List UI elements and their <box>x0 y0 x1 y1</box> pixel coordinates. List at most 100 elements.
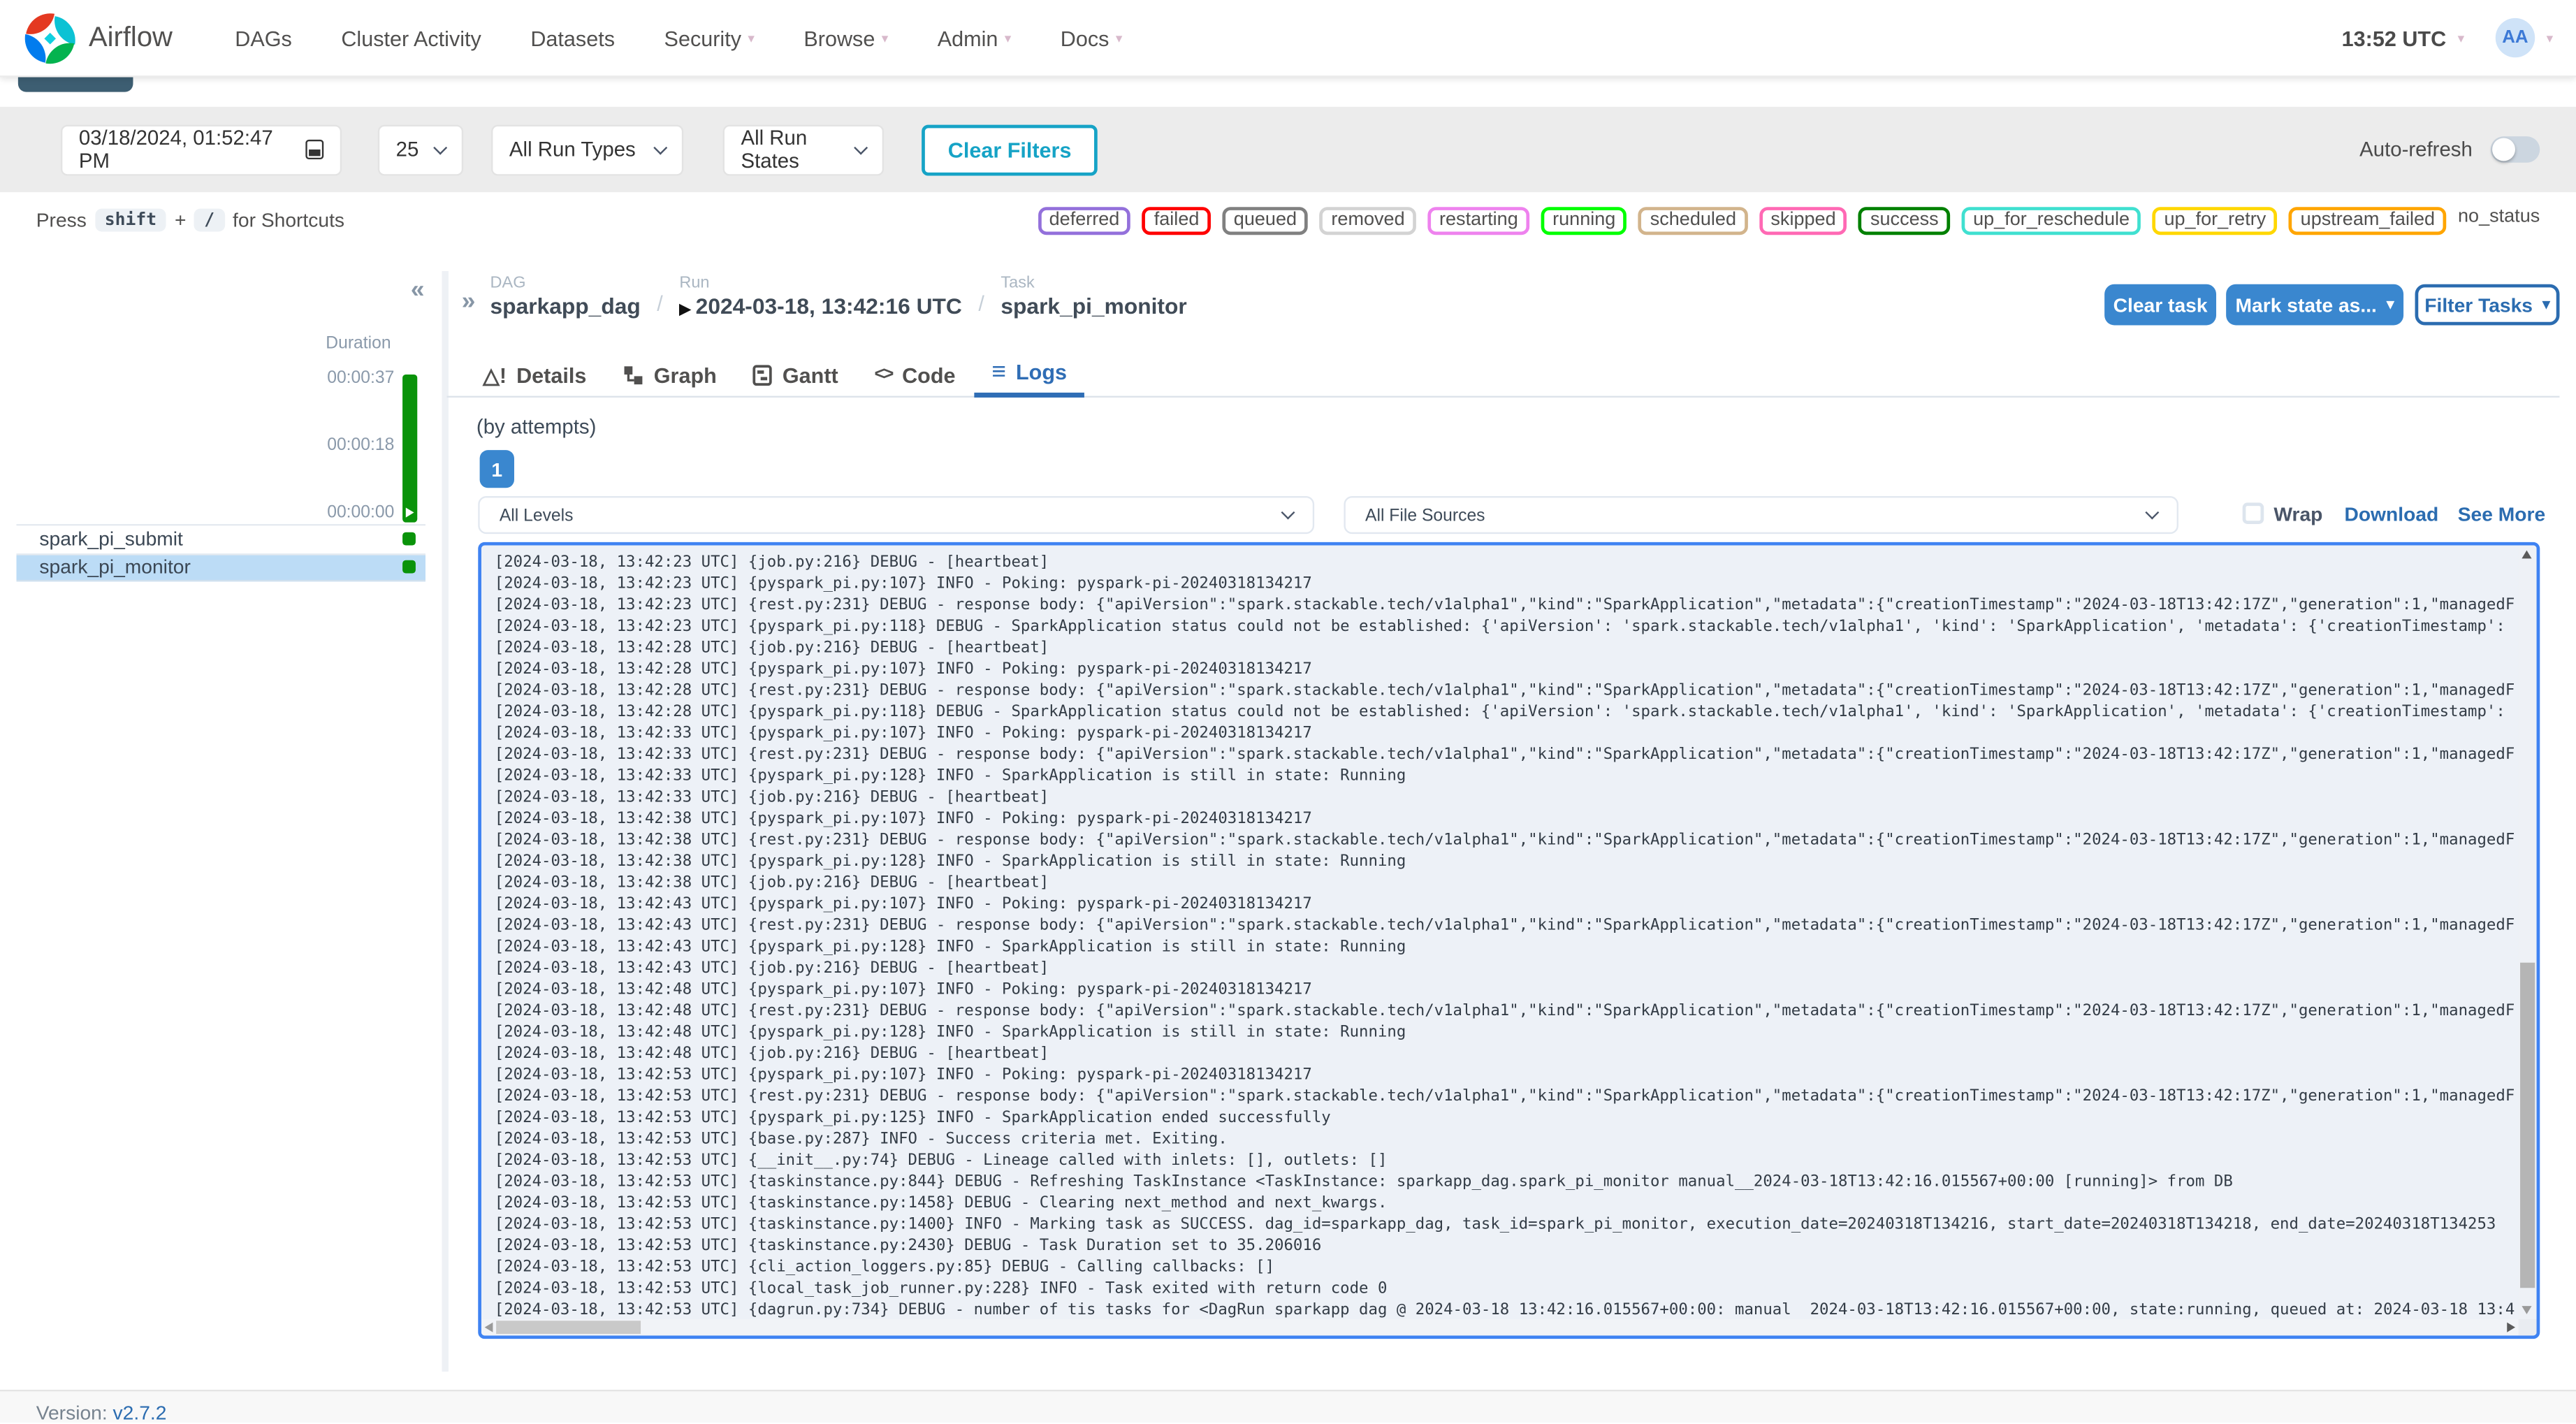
breadcrumb: » DAG sparkapp_dag / Run ▶ 2024-03-18, 13… <box>461 274 1187 319</box>
log-line: [2024-03-18, 13:42:53 UTC] {base.py:287}… <box>494 1130 1228 1149</box>
run-types-select[interactable]: All Run Types <box>491 124 684 175</box>
task-name: spark_pi_monitor <box>39 555 191 579</box>
nav-menu-item[interactable]: Admin ▾ <box>938 25 1012 50</box>
tab-logs[interactable]: ≡ Logs <box>973 351 1085 398</box>
top-navbar: Airflow DAGs ▾ Cluster Activity ▾ Datase… <box>0 0 2576 78</box>
collapse-panel-icon[interactable]: « <box>411 276 425 304</box>
status-badge: restarting <box>1427 207 1530 235</box>
chevron-down-icon: ▾ <box>748 30 755 45</box>
scroll-left-icon[interactable] <box>484 1322 493 1332</box>
horizontal-scrollbar[interactable] <box>481 1318 2519 1336</box>
log-line: [2024-03-18, 13:42:53 UTC] {local_task_j… <box>494 1279 1388 1298</box>
task-status-square[interactable] <box>402 560 416 574</box>
log-line: [2024-03-18, 13:42:38 UTC] {job.py:216} … <box>494 873 1049 892</box>
auto-refresh-toggle[interactable] <box>2490 136 2540 163</box>
auto-refresh-label: Auto-refresh <box>2359 138 2473 161</box>
tab-graph[interactable]: Graph <box>604 351 734 398</box>
log-line: [2024-03-18, 13:42:38 UTC] {pyspark_pi.p… <box>494 852 1406 871</box>
horizontal-scroll-thumb[interactable] <box>496 1321 641 1335</box>
tab-details[interactable]: △! Details <box>465 351 604 398</box>
user-avatar[interactable]: AA <box>2495 17 2535 58</box>
nav-menu-item[interactable]: DAGs ▾ <box>235 25 292 50</box>
task-link[interactable]: spark_pi_monitor <box>1000 294 1186 319</box>
log-line: [2024-03-18, 13:42:23 UTC] {pyspark_pi.p… <box>494 617 2515 636</box>
attempt-1-button[interactable]: 1 <box>479 450 514 488</box>
chevron-down-icon <box>854 140 868 154</box>
see-more-link[interactable]: See More <box>2458 502 2545 525</box>
slash-key-badge: / <box>194 208 225 232</box>
base-date-input[interactable]: 03/18/2024, 01:52:47 PM <box>61 124 342 175</box>
scrollbar-corner <box>2518 1318 2537 1336</box>
log-line: [2024-03-18, 13:42:53 UTC] {__init__.py:… <box>494 1151 1388 1170</box>
version-link[interactable]: v2.7.2 <box>113 1401 167 1424</box>
chevron-down-icon: ▾ <box>2386 296 2394 312</box>
log-line: [2024-03-18, 13:42:23 UTC] {rest.py:231}… <box>494 596 2515 615</box>
tab-gantt[interactable]: Gantt <box>735 351 857 398</box>
log-line: [2024-03-18, 13:42:48 UTC] {pyspark_pi.p… <box>494 980 1312 999</box>
chevron-down-icon <box>653 140 668 154</box>
chevron-down-icon <box>433 140 448 154</box>
log-line: [2024-03-18, 13:42:28 UTC] {pyspark_pi.p… <box>494 660 1312 678</box>
axis-tick: 00:00:00 <box>327 502 395 523</box>
calendar-icon[interactable] <box>305 139 324 160</box>
dag-label: DAG <box>490 274 526 293</box>
run-duration-bar[interactable] <box>402 375 418 523</box>
run-states-select[interactable]: All Run States <box>722 124 885 175</box>
nav-menu-item[interactable]: Cluster Activity ▾ <box>341 25 481 50</box>
page-size-select[interactable]: 25 <box>377 124 464 175</box>
log-line: [2024-03-18, 13:42:33 UTC] {rest.py:231}… <box>494 746 2515 764</box>
chevron-down-icon: ▾ <box>1004 30 1012 45</box>
log-line: [2024-03-18, 13:42:43 UTC] {rest.py:231}… <box>494 916 2515 935</box>
wrap-checkbox[interactable] <box>2242 502 2264 524</box>
scroll-up-icon[interactable] <box>2522 550 2532 559</box>
scroll-right-icon[interactable] <box>2507 1322 2515 1332</box>
log-line: [2024-03-18, 13:42:48 UTC] {rest.py:231}… <box>494 1002 2515 1020</box>
dag-link[interactable]: sparkapp_dag <box>490 294 641 319</box>
scroll-down-icon[interactable] <box>2522 1306 2532 1314</box>
log-line: [2024-03-18, 13:42:38 UTC] {pyspark_pi.p… <box>494 810 1312 828</box>
status-badge: up_for_reschedule <box>1961 207 2141 235</box>
nav-menu-item[interactable]: Docs ▾ <box>1061 25 1123 50</box>
tab-code[interactable]: <> Code <box>857 351 974 398</box>
log-level-select[interactable]: All Levels <box>478 496 1315 535</box>
clock-caret-icon: ▾ <box>2457 30 2465 45</box>
graph-icon <box>624 365 643 384</box>
task-status-square[interactable] <box>402 532 416 546</box>
status-badge: scheduled <box>1638 207 1748 235</box>
log-line: [2024-03-18, 13:42:23 UTC] {job.py:216} … <box>494 553 1049 572</box>
log-line: [2024-03-18, 13:42:53 UTC] {rest.py:231}… <box>494 1087 2515 1106</box>
filter-tasks-button[interactable]: Filter Tasks ▾ <box>2415 284 2560 326</box>
run-link[interactable]: ▶ 2024-03-18, 13:42:16 UTC <box>679 294 961 319</box>
airflow-brand[interactable]: Airflow <box>21 8 173 67</box>
log-line: [2024-03-18, 13:42:48 UTC] {pyspark_pi.p… <box>494 1023 1406 1042</box>
task-row[interactable]: spark_pi_monitor <box>16 553 426 582</box>
axis-tick: 00:00:37 <box>327 368 395 388</box>
avatar-caret-icon: ▾ <box>2546 30 2554 45</box>
nav-menu-item[interactable]: Security ▾ <box>664 25 755 50</box>
clear-task-button[interactable]: Clear task <box>2104 284 2217 326</box>
task-label: Task <box>1000 274 1035 293</box>
toggle-knob <box>2492 138 2515 161</box>
utc-clock[interactable]: 13:52 UTC <box>2342 25 2446 50</box>
clear-filters-button[interactable]: Clear Filters <box>922 124 1098 175</box>
log-line: [2024-03-18, 13:42:53 UTC] {taskinstance… <box>494 1215 2496 1234</box>
download-link[interactable]: Download <box>2344 502 2438 525</box>
nav-menu-item[interactable]: Browse ▾ <box>803 25 888 50</box>
logs-icon: ≡ <box>991 358 1006 386</box>
nav-menu-item[interactable]: Datasets ▾ <box>530 25 615 50</box>
log-line: [2024-03-18, 13:42:33 UTC] {pyspark_pi.p… <box>494 724 1312 743</box>
log-line: [2024-03-18, 13:42:33 UTC] {job.py:216} … <box>494 788 1049 807</box>
brand-text: Airflow <box>88 21 173 53</box>
log-line: [2024-03-18, 13:42:33 UTC] {pyspark_pi.p… <box>494 767 1406 785</box>
log-line: [2024-03-18, 13:42:23 UTC] {pyspark_pi.p… <box>494 574 1312 593</box>
vertical-scrollbar[interactable] <box>2518 545 2537 1319</box>
chevron-down-icon: ▾ <box>1115 30 1123 45</box>
task-row[interactable]: spark_pi_submit <box>16 523 426 553</box>
log-line: [2024-03-18, 13:42:53 UTC] {taskinstance… <box>494 1237 1322 1256</box>
panel-resize-handle[interactable] <box>442 270 449 1372</box>
file-source-select[interactable]: All File Sources <box>1344 496 2178 535</box>
mark-state-button[interactable]: Mark state as... ▾ <box>2226 284 2404 326</box>
nav-menu: DAGs ▾ Cluster Activity ▾ Datasets ▾ Sec… <box>235 25 1122 50</box>
expand-panel-icon[interactable]: » <box>462 287 476 315</box>
vertical-scroll-thumb[interactable] <box>2520 963 2535 1288</box>
